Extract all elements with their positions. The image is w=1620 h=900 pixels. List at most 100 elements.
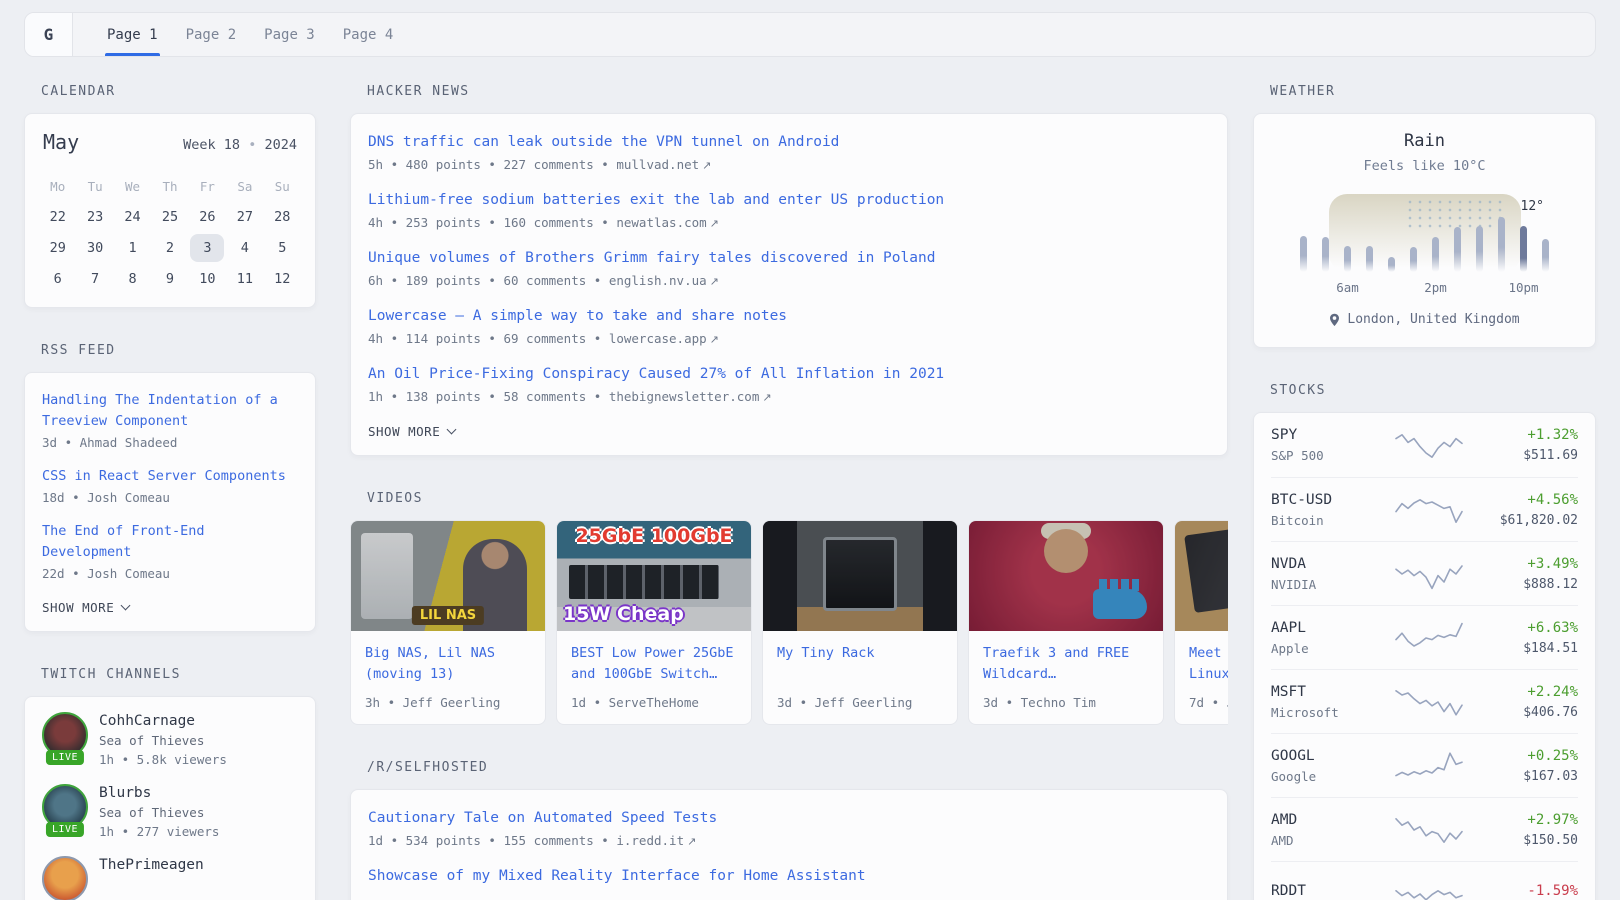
tab-page-3[interactable]: Page 3 bbox=[250, 13, 329, 56]
rss-item-title[interactable]: The End of Front-End Development bbox=[42, 521, 298, 563]
rss-show-more-button[interactable]: SHOW MORE bbox=[42, 600, 129, 615]
twitch-game[interactable]: Sea of Thieves bbox=[99, 805, 219, 820]
rss-item-meta: 22d • Josh Comeau bbox=[42, 566, 298, 581]
calendar-day[interactable]: 30 bbox=[78, 234, 112, 262]
right-column: WEATHER Rain Feels like 10°C 12° 6am2pm1… bbox=[1253, 84, 1596, 900]
calendar-day[interactable]: 12 bbox=[265, 265, 299, 293]
weather-location: London, United Kingdom bbox=[1347, 312, 1519, 327]
stock-row[interactable]: RDDT -1.59% bbox=[1271, 861, 1578, 900]
stock-sparkline bbox=[1393, 426, 1465, 464]
video-meta: 3d • Techno Tim bbox=[983, 695, 1149, 710]
calendar-day[interactable]: 3 bbox=[190, 234, 224, 262]
calendar-day[interactable]: 6 bbox=[41, 265, 75, 293]
hn-item-title[interactable]: Unique volumes of Brothers Grimm fairy t… bbox=[368, 247, 1210, 269]
hn-source-link[interactable]: mullvad.net bbox=[616, 157, 699, 172]
calendar-day[interactable]: 26 bbox=[190, 203, 224, 231]
video-title[interactable]: Big NAS, Lil NAS (moving 13) bbox=[365, 643, 531, 685]
weather-feels-like: Feels like 10°C bbox=[1254, 158, 1595, 174]
stock-row[interactable]: SPY S&P 500 +1.32% $511.69 bbox=[1271, 413, 1578, 477]
calendar-day[interactable]: 28 bbox=[265, 203, 299, 231]
calendar-day[interactable]: 25 bbox=[153, 203, 187, 231]
twitch-avatar-wrap bbox=[42, 856, 88, 900]
calendar-day[interactable]: 27 bbox=[228, 203, 262, 231]
rss-widget: Handling The Indentation of a Treeview C… bbox=[24, 372, 316, 632]
calendar-day[interactable]: 22 bbox=[41, 203, 75, 231]
live-badge: LIVE bbox=[46, 750, 84, 765]
video-meta: 3d • Jeff Geerling bbox=[777, 695, 943, 710]
video-title[interactable]: My Tiny Rack bbox=[777, 643, 943, 685]
stock-row[interactable]: MSFT Microsoft +2.24% $406.76 bbox=[1271, 669, 1578, 733]
twitch-channel-name[interactable]: Blurbs bbox=[99, 785, 219, 801]
video-thumbnail[interactable]: FAS bbox=[1175, 521, 1228, 631]
hn-source-link[interactable]: english.nv.ua bbox=[609, 273, 707, 288]
hn-item-title[interactable]: An Oil Price-Fixing Conspiracy Caused 27… bbox=[368, 363, 1210, 385]
twitch-game[interactable]: Sea of Thieves bbox=[99, 733, 227, 748]
weather-hour-label: 2pm bbox=[1424, 280, 1447, 295]
stock-change: +6.63% bbox=[1468, 620, 1578, 636]
twitch-channel-name[interactable]: ThePrimeagen bbox=[99, 857, 204, 873]
hn-source-link[interactable]: thebignewsletter.com bbox=[609, 389, 760, 404]
hn-show-more-button[interactable]: SHOW MORE bbox=[368, 424, 455, 439]
app-logo[interactable]: G bbox=[25, 13, 73, 56]
calendar-day[interactable]: 2 bbox=[153, 234, 187, 262]
hn-item-title[interactable]: DNS traffic can leak outside the VPN tun… bbox=[368, 131, 1210, 153]
tab-page-1[interactable]: Page 1 bbox=[93, 13, 172, 56]
tab-page-4[interactable]: Page 4 bbox=[329, 13, 408, 56]
twitch-channel-row: LIVE CohhCarnage Sea of Thieves 1h • 5.8… bbox=[42, 712, 298, 767]
videos-section: VIDEOS LIL NAS Big NAS, Lil NAS (moving … bbox=[350, 491, 1228, 725]
stock-row[interactable]: AMD AMD +2.97% $150.50 bbox=[1271, 797, 1578, 861]
calendar-weekday: Su bbox=[265, 172, 299, 200]
weather-section: WEATHER Rain Feels like 10°C 12° 6am2pm1… bbox=[1253, 84, 1596, 348]
video-thumbnail[interactable]: 25GbE 100GbE 15W Cheap bbox=[557, 521, 751, 631]
external-link-icon: ↗ bbox=[702, 159, 711, 172]
hn-item-meta: 1h • 138 points • 58 comments • thebigne… bbox=[368, 389, 1210, 404]
video-card: My Tiny Rack 3d • Jeff Geerling bbox=[762, 520, 958, 725]
video-title[interactable]: BEST Low Power 25GbE and 100GbE Switch… bbox=[571, 643, 737, 685]
avatar[interactable] bbox=[42, 856, 88, 900]
hn-item-title[interactable]: Lithium-free sodium batteries exit the l… bbox=[368, 189, 1210, 211]
calendar-day[interactable]: 9 bbox=[153, 265, 187, 293]
reddit-item: Cautionary Tale on Automated Speed Tests… bbox=[368, 807, 1210, 848]
hn-item-meta: 5h • 480 points • 227 comments • mullvad… bbox=[368, 157, 1210, 172]
calendar-day[interactable]: 10 bbox=[190, 265, 224, 293]
stock-row[interactable]: BTC-USD Bitcoin +4.56% $61,820.02 bbox=[1271, 477, 1578, 541]
calendar-day[interactable]: 4 bbox=[228, 234, 262, 262]
calendar-day[interactable]: 1 bbox=[116, 234, 150, 262]
tab-page-2[interactable]: Page 2 bbox=[172, 13, 251, 56]
reddit-item-title[interactable]: Cautionary Tale on Automated Speed Tests bbox=[368, 807, 1210, 829]
calendar-day[interactable]: 29 bbox=[41, 234, 75, 262]
hn-source-link[interactable]: newatlas.com bbox=[616, 215, 706, 230]
calendar-day[interactable]: 8 bbox=[116, 265, 150, 293]
video-thumbnail[interactable] bbox=[763, 521, 957, 631]
twitch-channel-name[interactable]: CohhCarnage bbox=[99, 713, 227, 729]
stock-row[interactable]: GOOGL Google +0.25% $167.03 bbox=[1271, 733, 1578, 797]
hacker-news-widget: DNS traffic can leak outside the VPN tun… bbox=[350, 113, 1228, 456]
rss-item-title[interactable]: CSS in React Server Components bbox=[42, 466, 298, 487]
rss-item: CSS in React Server Components 18d • Jos… bbox=[42, 466, 298, 505]
reddit-item: Showcase of my Mixed Reality Interface f… bbox=[368, 865, 1210, 887]
video-thumbnail[interactable]: LIL NAS bbox=[351, 521, 545, 631]
calendar-weekday: Fr bbox=[190, 172, 224, 200]
video-title[interactable]: Meet the Linux Clu bbox=[1189, 643, 1228, 685]
calendar-day[interactable]: 24 bbox=[116, 203, 150, 231]
video-thumbnail[interactable] bbox=[969, 521, 1163, 631]
calendar-week: Week 18 bbox=[183, 137, 240, 153]
stock-row[interactable]: AAPL Apple +6.63% $184.51 bbox=[1271, 605, 1578, 669]
calendar-day[interactable]: 7 bbox=[78, 265, 112, 293]
stock-price: $167.03 bbox=[1468, 769, 1578, 784]
stock-row[interactable]: NVDA NVIDIA +3.49% $888.12 bbox=[1271, 541, 1578, 605]
hn-source-link[interactable]: lowercase.app bbox=[609, 331, 707, 346]
reddit-item-title[interactable]: Showcase of my Mixed Reality Interface f… bbox=[368, 865, 1210, 887]
calendar-day[interactable]: 11 bbox=[228, 265, 262, 293]
rss-item-title[interactable]: Handling The Indentation of a Treeview C… bbox=[42, 390, 298, 432]
calendar-day[interactable]: 23 bbox=[78, 203, 112, 231]
reddit-source-link[interactable]: i.redd.it bbox=[616, 833, 684, 848]
stock-sparkline bbox=[1393, 811, 1465, 849]
stock-symbol: NVDA bbox=[1271, 556, 1389, 572]
hn-item-title[interactable]: Lowercase – A simple way to take and sha… bbox=[368, 305, 1210, 327]
video-title[interactable]: Traefik 3 and FREE Wildcard… bbox=[983, 643, 1149, 685]
weather-bar bbox=[1388, 257, 1395, 272]
external-link-icon: ↗ bbox=[710, 217, 719, 230]
calendar-day[interactable]: 5 bbox=[265, 234, 299, 262]
selfhosted-section: /R/SELFHOSTED Cautionary Tale on Automat… bbox=[350, 760, 1228, 900]
